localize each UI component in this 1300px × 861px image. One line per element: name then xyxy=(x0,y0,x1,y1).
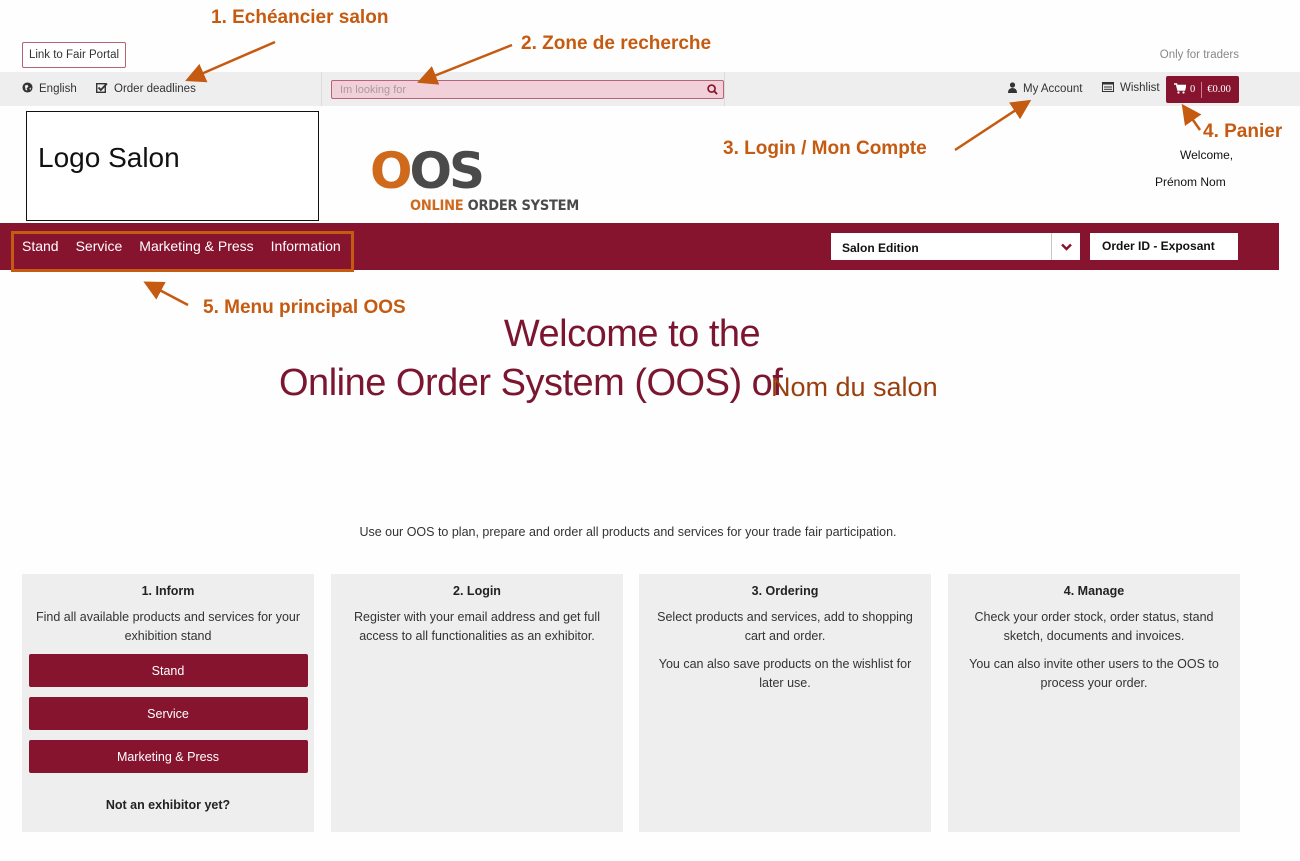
my-account-label: My Account xyxy=(1023,83,1083,95)
not-exhibitor-text[interactable]: Not an exhibitor yet? xyxy=(28,798,308,812)
cart-total: €0.00 xyxy=(1207,84,1231,95)
my-account-link[interactable]: My Account xyxy=(1008,80,1082,98)
user-name: Prénom Nom xyxy=(1155,175,1226,189)
card-text: Register with your email address and get… xyxy=(354,610,600,643)
cart-icon xyxy=(1174,82,1187,97)
list-icon xyxy=(1102,81,1114,95)
card-ordering: 3. Ordering Select products and services… xyxy=(639,574,931,832)
card-manage: 4. Manage Check your order stock, order … xyxy=(948,574,1240,832)
wishlist-label: Wishlist xyxy=(1120,82,1160,94)
annotation-login-account: 3. Login / Mon Compte xyxy=(723,138,927,159)
stand-button[interactable]: Stand xyxy=(28,654,308,687)
card-text: Select products and services, add to sho… xyxy=(657,610,913,643)
cart-count: 0 xyxy=(1190,84,1196,95)
annotation-cart: 4. Panier xyxy=(1203,121,1283,142)
oos-logo-subtitle: ONLINE ORDER SYSTEM xyxy=(410,198,579,214)
arrow-login-account xyxy=(954,99,1032,152)
hero-title-line-1: Welcome to the xyxy=(503,313,761,355)
annotation-search-zone: 2. Zone de recherche xyxy=(521,33,712,54)
card-text: Check your order stock, order status, st… xyxy=(974,610,1214,643)
fair-logo-text: Logo Salon xyxy=(38,142,180,173)
search-box xyxy=(331,80,724,99)
annotation-menu-highlight-box xyxy=(11,231,354,272)
annotation-order-deadlines: 1. Echéancier salon xyxy=(211,7,389,28)
card-title: 2. Login xyxy=(453,584,501,598)
card-title: 1. Inform xyxy=(141,584,195,598)
oos-logo-mark: OOS xyxy=(370,142,485,200)
order-deadlines-link[interactable]: Order deadlines xyxy=(95,80,196,98)
arrow-cart xyxy=(1181,103,1202,131)
order-deadlines-label: Order deadlines xyxy=(114,83,196,95)
service-button[interactable]: Service xyxy=(28,697,308,730)
edition-select-value: Salon Edition xyxy=(842,241,919,255)
search-icon[interactable] xyxy=(701,81,723,98)
welcome-text: Welcome, xyxy=(1180,148,1234,162)
cart-button[interactable]: 0 €0.00 xyxy=(1166,76,1239,103)
oos-logo[interactable]: OOS ONLINE ORDER SYSTEM xyxy=(370,142,579,214)
utility-divider xyxy=(724,72,725,106)
fair-logo-placeholder[interactable]: Logo Salon xyxy=(26,111,319,221)
language-selector[interactable]: English xyxy=(22,80,77,98)
order-id-field[interactable]: Order ID - Exposant xyxy=(1090,233,1238,260)
card-login: 2. Login Register with your email addres… xyxy=(331,574,623,832)
card-title: 4. Manage xyxy=(1063,584,1125,598)
chevron-down-icon[interactable] xyxy=(1051,233,1080,260)
cart-separator xyxy=(1201,81,1203,98)
user-icon xyxy=(1008,82,1017,96)
globe-icon xyxy=(22,82,33,96)
wishlist-link[interactable]: Wishlist xyxy=(1102,79,1160,97)
fair-portal-link-button[interactable]: Link to Fair Portal xyxy=(22,42,126,68)
card-inform: 1. Inform Find all available products an… xyxy=(22,574,314,832)
checkbox-icon xyxy=(95,82,108,96)
edition-select[interactable]: Salon Edition xyxy=(831,233,1080,260)
search-input[interactable] xyxy=(332,81,701,98)
arrow-main-menu xyxy=(143,281,189,307)
card-text: You can also save products on the wishli… xyxy=(658,657,912,690)
hero-fair-name: Nom du salon xyxy=(771,372,938,402)
hero-title-line-2: Online Order System (OOS) of xyxy=(279,362,783,404)
marketing-press-button[interactable]: Marketing & Press xyxy=(28,740,308,773)
card-text: Find all available products and services… xyxy=(35,610,301,643)
only-for-traders-label: Only for traders xyxy=(1159,49,1239,61)
language-label: English xyxy=(39,83,77,95)
hero-tagline: Use our OOS to plan, prepare and order a… xyxy=(359,525,897,539)
card-title: 3. Ordering xyxy=(751,584,819,598)
card-text: You can also invite other users to the O… xyxy=(969,657,1219,690)
annotation-main-menu: 5. Menu principal OOS xyxy=(203,297,406,318)
